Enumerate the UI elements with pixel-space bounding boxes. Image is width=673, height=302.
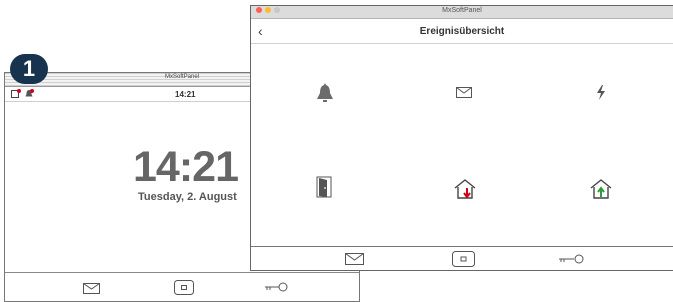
envelope-icon (82, 282, 100, 294)
square-icon (451, 250, 475, 267)
status-time: 14:21 (175, 90, 196, 99)
square-icon (174, 279, 194, 295)
envelope-icon (344, 253, 364, 265)
key-button[interactable] (557, 253, 585, 265)
page-title: Ereignisübersicht (419, 26, 505, 37)
date-display: Tuesday, 2. August (138, 191, 237, 203)
lightning-icon (597, 84, 605, 100)
event-house-ok[interactable] (587, 176, 615, 202)
event-bell[interactable] (313, 80, 337, 104)
footer-divider (251, 246, 673, 247)
door-icon (316, 176, 332, 198)
key-button[interactable] (263, 281, 289, 293)
bell-status-icon[interactable] (24, 89, 34, 99)
key-icon (559, 254, 584, 264)
event-message[interactable] (453, 84, 475, 100)
envelope-icon (456, 86, 472, 98)
panel-window-events: MxSoftPanel ‹ Ereignisübersicht (250, 5, 673, 271)
event-door[interactable] (313, 174, 335, 200)
window-title: MxSoftPanel (442, 7, 482, 14)
message-status-icon[interactable] (11, 89, 21, 98)
nav-bar: ‹ Ereignisübersicht (251, 19, 673, 44)
event-power[interactable] (593, 82, 609, 102)
house-check-icon (590, 179, 612, 199)
home-button[interactable] (450, 250, 476, 267)
title-bar: MxSoftPanel (251, 6, 673, 19)
clock-display: 14:21 (133, 143, 239, 191)
step-badge: 1 (10, 54, 48, 84)
event-house-alarm[interactable] (451, 176, 479, 202)
footer-divider (5, 272, 359, 273)
house-alarm-icon (454, 179, 476, 199)
key-icon (265, 282, 288, 292)
home-button[interactable] (173, 279, 195, 295)
messages-button[interactable] (343, 252, 365, 266)
bell-icon (317, 82, 333, 102)
messages-button[interactable] (81, 281, 101, 295)
